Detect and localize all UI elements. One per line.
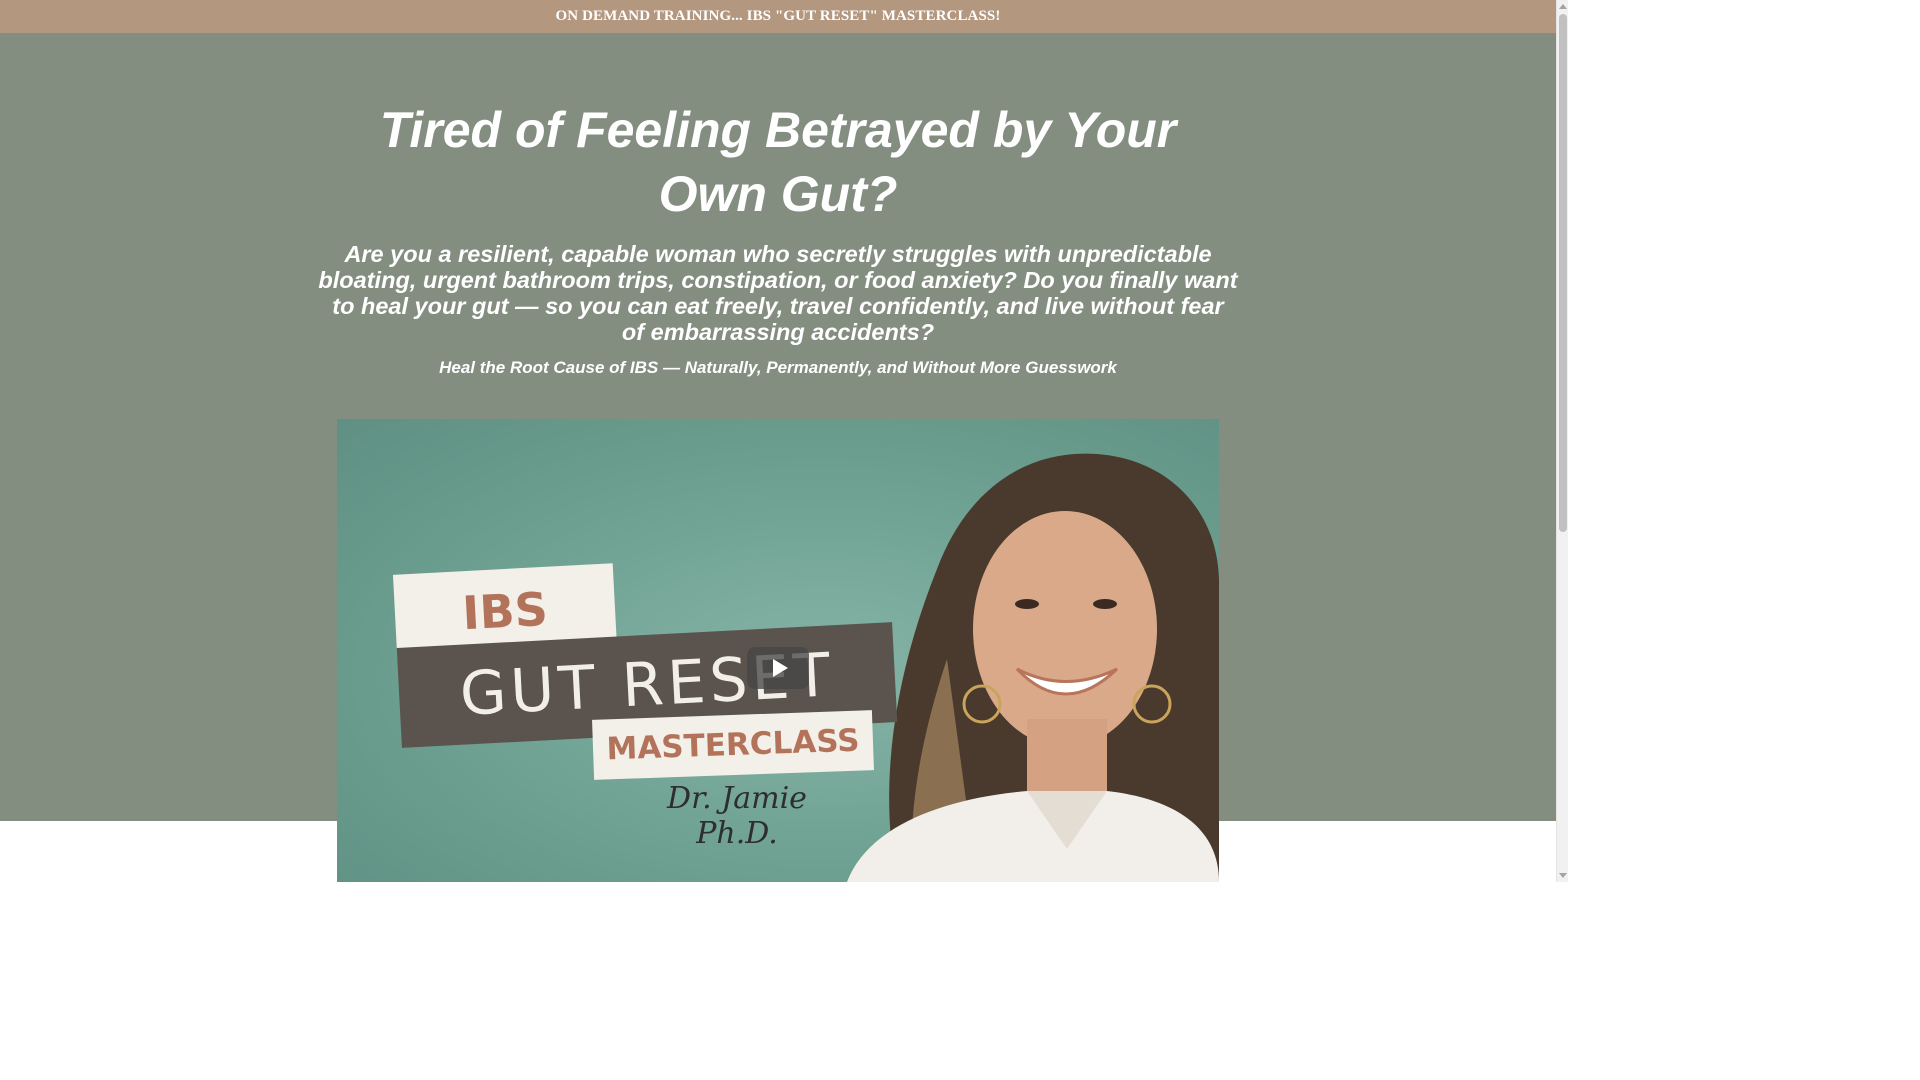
page-headline: Tired of Feeling Betrayed by Your Own Gu…	[379, 102, 1177, 222]
announcement-text: ON DEMAND TRAINING... IBS "GUT RESET" MA…	[555, 8, 1001, 24]
scrollbar-thumb[interactable]	[1559, 14, 1567, 532]
play-icon	[772, 659, 788, 677]
thumbnail-signature: Dr. Jamie Ph.D.	[667, 781, 807, 851]
scroll-down-icon[interactable]	[1559, 873, 1567, 878]
announcement-bar: ON DEMAND TRAINING... IBS "GUT RESET" MA…	[0, 0, 1556, 33]
page-scrollbar[interactable]	[1556, 0, 1568, 882]
scroll-up-icon[interactable]	[1559, 4, 1567, 9]
video-player[interactable]: IBS GUT RESET MASTERCLASS Dr. Jamie Ph.D…	[337, 419, 1219, 882]
play-button[interactable]	[747, 647, 809, 689]
page-subheadline: Are you a resilient, capable woman who s…	[318, 241, 1238, 345]
page-tagline: Heal the Root Cause of IBS — Naturally, …	[439, 358, 1117, 377]
thumbnail-card-masterclass: MASTERCLASS	[592, 710, 874, 780]
